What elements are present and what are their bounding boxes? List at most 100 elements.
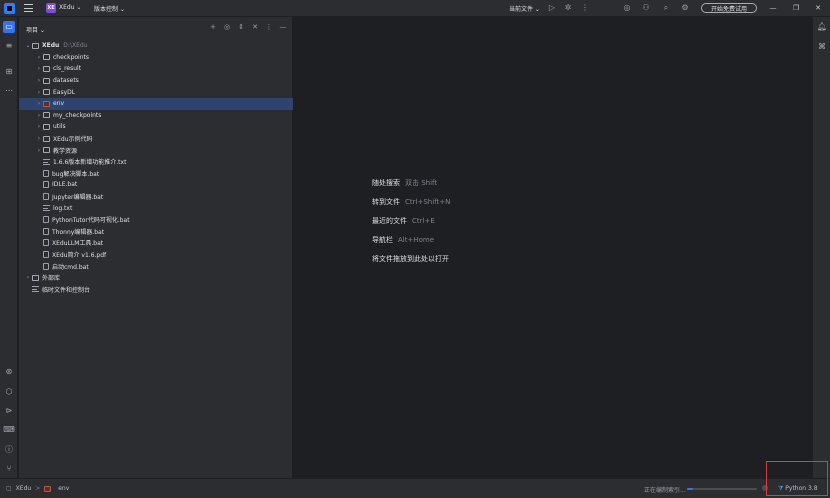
project-badge[interactable]: XE: [46, 3, 56, 13]
tree-item-label: datasets: [53, 77, 79, 85]
chevron-right-icon[interactable]: ›: [35, 123, 43, 130]
run-config-selector[interactable]: 当前文件 ⌄: [509, 4, 540, 13]
tree-row[interactable]: IDLE.bat: [19, 179, 293, 191]
tree-item-label: 教学资源: [53, 147, 78, 155]
more-icon[interactable]: ⋮: [580, 3, 590, 13]
tree-row[interactable]: 启动cmd.bat: [19, 260, 293, 272]
search-icon[interactable]: ⌕: [661, 3, 671, 13]
app-logo-icon: [4, 3, 15, 14]
tree-row[interactable]: 临时文件和控制台: [19, 283, 293, 295]
tree-row[interactable]: XEduLLM工具.bat: [19, 237, 293, 249]
chevron-right-icon[interactable]: ›: [35, 112, 43, 119]
tree-row[interactable]: PythonTutor代码可视化.bat: [19, 214, 293, 226]
tree-row[interactable]: 1.6.6版本新增功能推介.txt: [19, 156, 293, 168]
add-icon[interactable]: +: [209, 23, 217, 31]
notifications-icon[interactable]: 🔔︎: [816, 21, 828, 33]
file-icon: [43, 262, 49, 270]
ai-chat-icon[interactable]: ⌘: [816, 41, 828, 53]
hamburger-menu-icon[interactable]: [23, 3, 34, 13]
breadcrumb-leaf[interactable]: env: [58, 485, 69, 492]
interpreter-label: Python 3.8: [785, 485, 818, 492]
vcs-menu[interactable]: 版本控制 ⌄: [94, 4, 125, 13]
project-tool-icon[interactable]: ▭: [3, 21, 15, 33]
tree-row[interactable]: › my_checkpoints: [19, 110, 293, 122]
tree-row[interactable]: › 教学资源: [19, 144, 293, 156]
problems-icon[interactable]: ⓘ: [3, 444, 15, 456]
hint-label: 将文件拖放到此处以打开: [372, 255, 449, 263]
project-panel-title[interactable]: 项目 ⌄: [26, 25, 45, 34]
chevron-right-icon[interactable]: ›: [35, 147, 43, 154]
indexing-status[interactable]: 正在编制索引...: [644, 485, 686, 494]
folder-icon: [43, 147, 50, 154]
services-icon[interactable]: ⬡: [3, 386, 15, 398]
chevron-right-icon[interactable]: ›: [35, 135, 43, 142]
start-trial-button[interactable]: 开始免费试用: [701, 3, 757, 13]
tree-row[interactable]: log.txt: [19, 202, 293, 214]
chevron-right-icon[interactable]: ›: [35, 100, 43, 107]
welcome-hint: 最近的文件 Ctrl+E: [372, 216, 435, 226]
project-tree: ⌄ XEdu D:\XEdu › checkpoints › cls_result › data…: [19, 40, 293, 295]
tree-row[interactable]: › 外部库: [19, 272, 293, 284]
minimize-icon[interactable]: —: [766, 2, 780, 14]
close-icon[interactable]: ✕: [811, 2, 825, 14]
indexing-progress-bar[interactable]: [687, 488, 757, 490]
tree-row[interactable]: › utils: [19, 121, 293, 133]
python-console-icon[interactable]: ⊛: [3, 366, 15, 378]
locate-icon[interactable]: ◎: [223, 23, 231, 31]
chevron-right-icon[interactable]: ›: [35, 54, 43, 61]
editor-welcome-area: 随处搜索 双击 Shift 转到文件 Ctrl+Shift+N 最近的文件 Ctrl+E 导…: [294, 17, 812, 478]
welcome-hint: 导航栏 Alt+Home: [372, 235, 434, 245]
tree-row[interactable]: bug解决脚本.bat: [19, 168, 293, 180]
file-icon: [43, 216, 49, 224]
tree-row[interactable]: › EasyDL: [19, 86, 293, 98]
tree-row[interactable]: XEdu简介 v1.6.pdf: [19, 249, 293, 261]
tree-item-label: Thonny编辑器.bat: [52, 228, 105, 236]
git-icon[interactable]: ⑂: [3, 463, 15, 475]
add-user-icon[interactable]: ⚇: [641, 3, 651, 13]
expand-all-icon[interactable]: ⇕: [237, 23, 245, 31]
terminal-icon[interactable]: ⌨: [3, 424, 15, 436]
tree-item-label: 1.6.6版本新增功能推介.txt: [53, 159, 127, 167]
file-icon: [43, 169, 49, 177]
chevron-down-icon[interactable]: ⌄: [24, 42, 32, 49]
tree-row[interactable]: › XEdu示例代码: [19, 133, 293, 145]
project-switcher[interactable]: XEdu ⌄: [59, 4, 81, 11]
run-tool-icon[interactable]: ⊳: [3, 405, 15, 417]
options-icon[interactable]: ⋮: [265, 23, 273, 31]
breadcrumb-root[interactable]: XEdu: [16, 485, 32, 492]
ai-assistant-icon[interactable]: ◎: [622, 3, 632, 13]
hide-icon[interactable]: —: [279, 23, 287, 31]
python-packages-icon[interactable]: ≡: [3, 40, 15, 52]
tree-row[interactable]: › datasets: [19, 75, 293, 87]
chevron-right-icon[interactable]: ›: [35, 89, 43, 96]
maximize-icon[interactable]: ❐: [789, 2, 803, 14]
tree-row[interactable]: › checkpoints: [19, 52, 293, 64]
tree-item-label: 启动cmd.bat: [52, 263, 89, 271]
chevron-right-icon[interactable]: ›: [35, 77, 43, 84]
debug-icon[interactable]: ✲: [563, 3, 573, 13]
folder-icon: [43, 54, 50, 61]
tree-row[interactable]: › env: [19, 97, 293, 110]
tree-item-label: XEduLLM工具.bat: [52, 240, 104, 248]
collapse-all-icon[interactable]: ✕: [251, 23, 259, 31]
chevron-right-icon[interactable]: ›: [35, 65, 43, 72]
tree-row[interactable]: ⌄ XEdu D:\XEdu: [19, 40, 293, 52]
tree-item-label: Jupyter编辑器.bat: [52, 194, 104, 202]
pause-indexing-icon[interactable]: [762, 485, 768, 491]
run-icon[interactable]: ▷: [547, 3, 557, 13]
settings-icon[interactable]: ⚙: [680, 3, 690, 13]
tree-row[interactable]: Thonny编辑器.bat: [19, 226, 293, 238]
welcome-hint: 转到文件 Ctrl+Shift+N: [372, 197, 450, 207]
more-tools-icon[interactable]: ⋯: [3, 85, 15, 97]
file-icon: [43, 239, 49, 247]
hint-label: 最近的文件: [372, 217, 407, 225]
project-panel: 项目 ⌄ + ◎ ⇕ ✕ ⋮ — ⌄ XEdu D:\XEdu › checkpoint…: [19, 17, 293, 478]
text-file-icon: [43, 158, 50, 165]
structure-icon[interactable]: ⊞: [3, 66, 15, 78]
chevron-right-icon[interactable]: ›: [24, 274, 32, 281]
tree-row[interactable]: › cls_result: [19, 63, 293, 75]
hint-shortcut: Ctrl+E: [412, 217, 435, 225]
tree-row[interactable]: Jupyter编辑器.bat: [19, 191, 293, 203]
welcome-hint: 将文件拖放到此处以打开: [372, 254, 449, 264]
interpreter-selector[interactable]: ⧩ Python 3.8: [778, 485, 818, 493]
